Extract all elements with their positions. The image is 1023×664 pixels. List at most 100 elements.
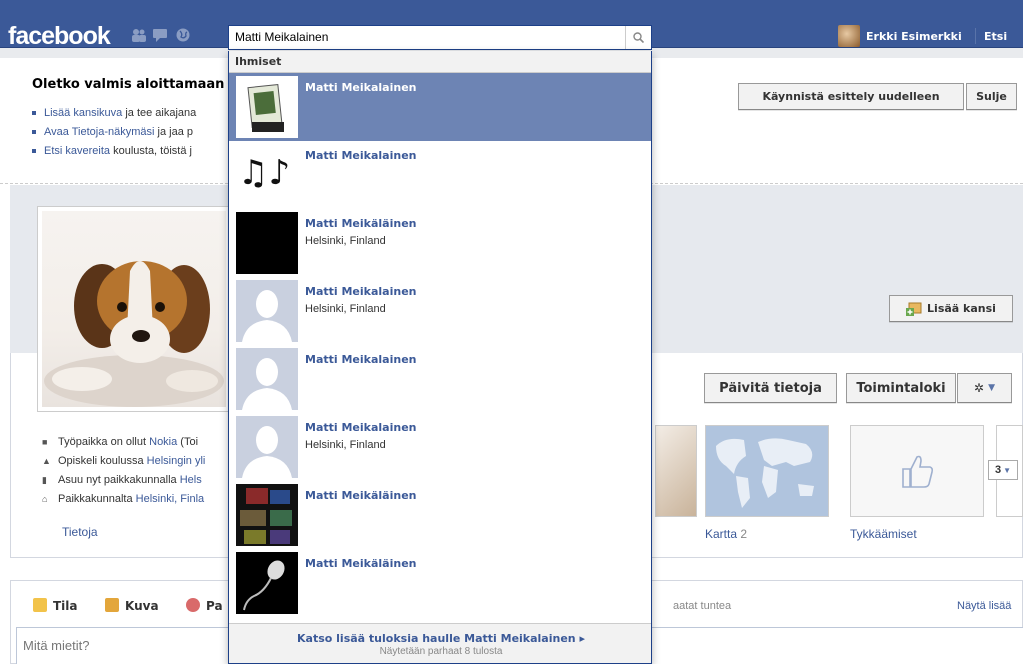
current-city-link[interactable]: Hels (180, 474, 202, 486)
search-result[interactable]: ♫♪ Matti Meikalainen (229, 141, 651, 209)
settings-dropdown-button[interactable]: ✲ ▼ (957, 373, 1012, 403)
result-location: Helsinki, Finland (305, 235, 386, 247)
user-avatar[interactable] (838, 25, 860, 47)
likes-thumbnail[interactable] (850, 425, 984, 517)
map-thumbnail[interactable] (705, 425, 829, 517)
tour-item-text: ja jaa p (154, 126, 193, 138)
notifications-globe-icon[interactable] (175, 28, 191, 42)
map-label-text: Kartta (705, 527, 738, 541)
search-result[interactable]: Matti Meikäläinen (229, 549, 651, 617)
map-label[interactable]: Kartta 2 (705, 527, 747, 541)
world-map-icon (716, 438, 814, 508)
default-avatar-icon (236, 416, 298, 478)
magnifier-icon (633, 32, 644, 43)
result-thumbnail: ♫♪ (236, 144, 298, 206)
result-name: Matti Meikalainen (305, 353, 417, 366)
city-icon: ▮ (42, 475, 47, 485)
status-icon (33, 598, 47, 612)
friend-requests-icon[interactable] (131, 28, 147, 42)
result-name: Matti Meikalainen (305, 81, 417, 94)
tour-item-text: koulusta, töistä j (110, 145, 192, 157)
employer-link[interactable]: Nokia (149, 436, 177, 448)
bullet-icon (32, 130, 36, 135)
tab-photo[interactable]: Kuva (105, 598, 159, 613)
search-result[interactable]: Matti Meikalainen Helsinki, Finland (229, 277, 651, 345)
result-location: Helsinki, Finland (305, 439, 386, 451)
tour-title: Oletko valmis aloittamaan (32, 77, 225, 92)
see-more-results-link[interactable]: Katso lisää tuloksia haulle Matti Meikal… (229, 632, 651, 645)
search-result[interactable]: Matti Meikäläinen Helsinki, Finland (229, 209, 651, 277)
about-link[interactable]: Tietoja (62, 525, 98, 539)
search-typeahead-dropdown: Ihmiset Matti Meikalainen ♫♪ Matti Meika… (228, 51, 652, 664)
photos-thumbnail[interactable] (655, 425, 697, 517)
open-about-link[interactable]: Avaa Tietoja-näkymäsi (44, 126, 154, 138)
likes-label[interactable]: Tykkäämiset (850, 527, 917, 541)
results-shown-count: Näytetään parhaat 8 tulosta (379, 646, 503, 657)
result-name: Matti Meikäläinen (305, 217, 417, 230)
search-result[interactable]: Matti Meikäläinen (229, 481, 651, 549)
result-name: Matti Meikäläinen (305, 489, 417, 502)
thumbs-up-icon (902, 455, 934, 488)
activity-log-button[interactable]: Toimintaloki (846, 373, 956, 403)
close-tour-button[interactable]: Sulje (966, 83, 1017, 110)
facebook-logo[interactable]: facebook (8, 22, 111, 51)
tab-place-label: Pa (206, 599, 223, 613)
show-more-link[interactable]: Näytä lisää (957, 600, 1011, 612)
result-name: Matti Meikalainen (305, 421, 417, 434)
hometown-info: ⌂ Paikkakunnalta Helsinki, Finla (42, 493, 204, 505)
search-input[interactable] (229, 26, 619, 48)
restart-tour-button[interactable]: Käynnistä esittely uudelleen (738, 83, 964, 110)
find-friends-tour-link[interactable]: Etsi kavereita (44, 145, 110, 157)
tab-place[interactable]: Pa (186, 598, 223, 613)
puppy-photo (42, 211, 226, 407)
update-info-button[interactable]: Päivitä tietoja (704, 373, 837, 403)
tour-item-about: Avaa Tietoja-näkymäsi ja jaa p (32, 126, 193, 138)
search-result[interactable]: Matti Meikalainen Helsinki, Finland (229, 413, 651, 481)
school-icon: ▲ (42, 456, 51, 466)
tour-item-cover: Lisää kansikuva ja tee aikajana (32, 107, 196, 119)
see-more-results[interactable]: Katso lisää tuloksia haulle Matti Meikal… (229, 623, 651, 663)
profile-name-link[interactable]: Erkki Esimerkki (866, 30, 962, 43)
more-sections-button[interactable]: 3 ▼ (988, 460, 1018, 480)
result-thumbnail (236, 484, 298, 546)
tour-item-text: ja tee aikajana (122, 107, 197, 119)
result-thumbnail (236, 212, 298, 274)
top-bar: facebook Erkki Esimerkki Etsi (0, 0, 1023, 51)
search-box[interactable] (228, 25, 652, 50)
profile-picture[interactable] (37, 206, 231, 412)
chevron-down-icon: ▼ (988, 383, 996, 393)
search-result[interactable]: Matti Meikalainen (229, 73, 651, 141)
puppy-image (44, 261, 224, 407)
add-cover-button[interactable]: Lisää kansi (889, 295, 1013, 322)
result-location: Helsinki, Finland (305, 303, 386, 315)
chevron-down-icon: ▼ (1003, 465, 1012, 475)
more-count: 3 (994, 464, 1002, 476)
add-photo-icon (906, 302, 922, 316)
search-result[interactable]: Matti Meikalainen (229, 345, 651, 413)
briefcase-icon: ■ (42, 437, 48, 447)
bullet-icon (32, 149, 36, 154)
people-you-may-know-text: aatat tuntea (673, 600, 732, 612)
default-avatar-icon (236, 348, 298, 410)
default-avatar-icon (236, 280, 298, 342)
messages-icon[interactable] (152, 28, 168, 42)
info-text: Paikkakunnalta (58, 493, 136, 505)
result-thumbnail (236, 76, 298, 138)
place-icon (186, 598, 200, 612)
tour-item-friends: Etsi kavereita koulusta, töistä j (32, 145, 192, 157)
hometown-link[interactable]: Helsinki, Finla (136, 493, 204, 505)
tab-status-label: Tila (53, 599, 78, 613)
add-cover-link[interactable]: Lisää kansikuva (44, 107, 122, 119)
education-info: ▲ Opiskeli koulussa Helsingin yli (42, 455, 205, 467)
work-info: ■ Työpaikka on ollut Nokia (Toi (42, 436, 198, 448)
search-button[interactable] (625, 26, 651, 49)
tab-status[interactable]: Tila (33, 598, 78, 613)
bullet-icon (32, 111, 36, 116)
result-name: Matti Meikäläinen (305, 557, 417, 570)
info-text: Opiskeli koulussa (58, 455, 147, 467)
school-link[interactable]: Helsingin yli (147, 455, 206, 467)
info-suffix: (Toi (177, 436, 199, 448)
home-icon: ⌂ (42, 494, 48, 504)
current-city-info: ▮ Asuu nyt paikkakunnalla Hels (42, 474, 202, 486)
find-friends-link[interactable]: Etsi (984, 30, 1007, 43)
